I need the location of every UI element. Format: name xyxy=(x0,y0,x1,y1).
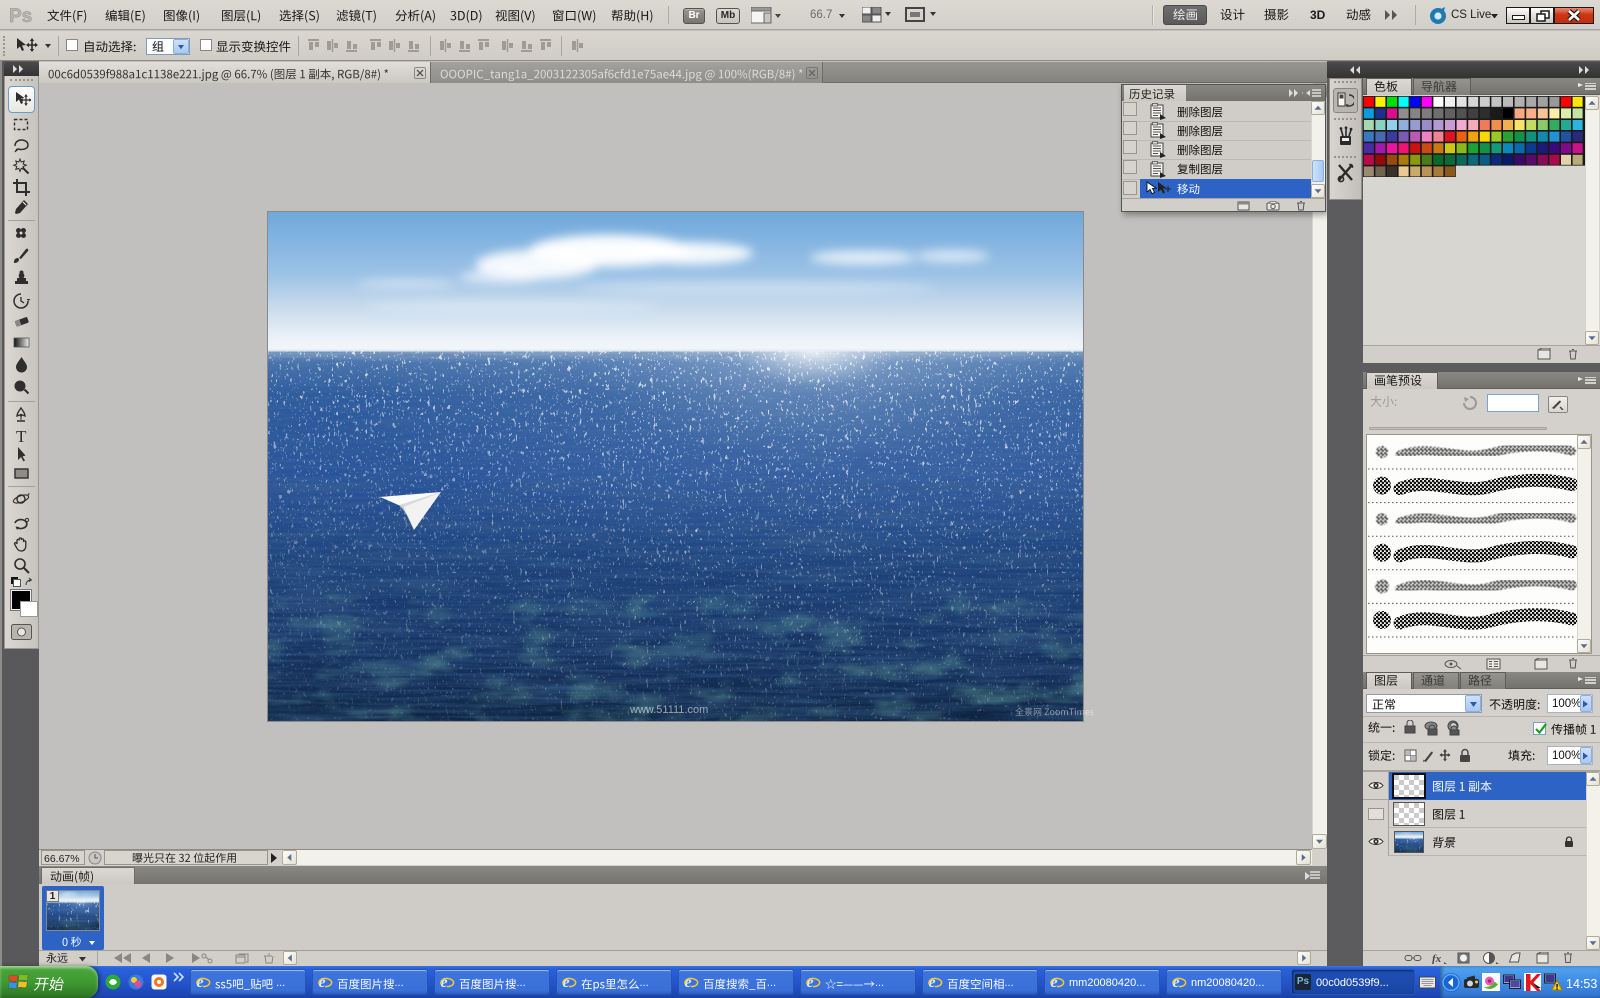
svg-text:fx: fx xyxy=(1432,953,1442,964)
